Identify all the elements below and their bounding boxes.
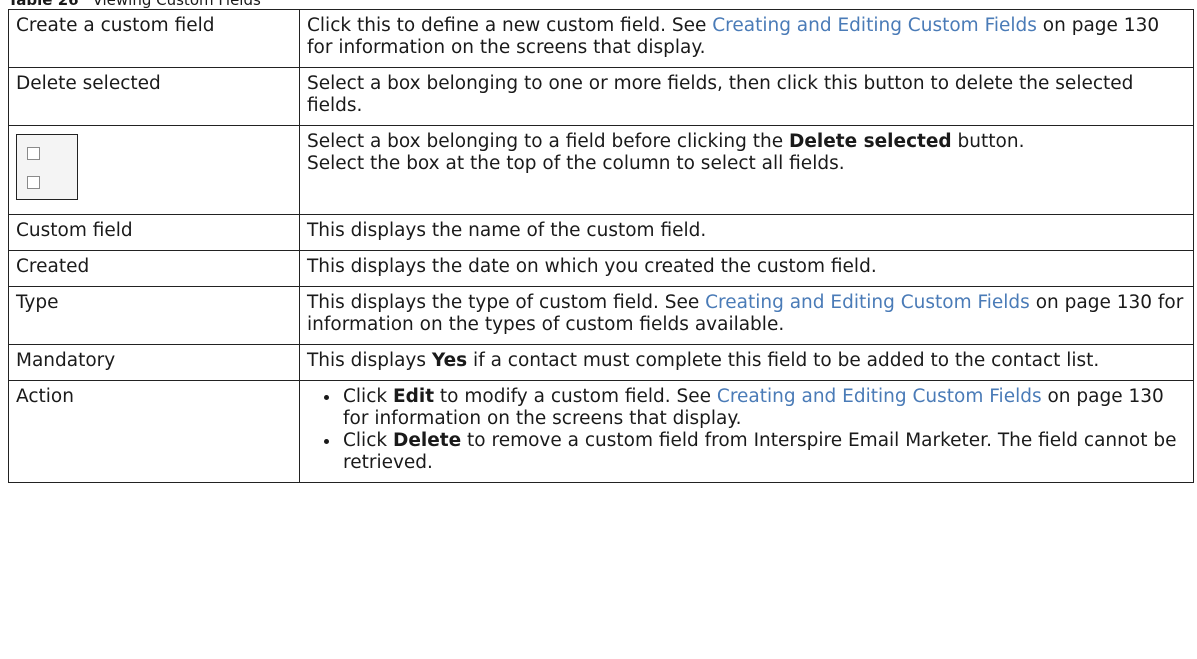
description-text: Click [343, 430, 393, 451]
table-row: Mandatory This displays Yes if a contact… [8, 344, 1194, 381]
description-text: if a contact must complete this field to… [467, 350, 1100, 371]
ui-term-yes: Yes [431, 350, 468, 371]
cross-reference-link[interactable]: Creating and Editing Custom Fields [712, 15, 1037, 36]
row-description: Select a box belonging to one or more fi… [299, 67, 1194, 126]
table-row: Create a custom field Click this to defi… [8, 9, 1194, 68]
description-text: button. [951, 131, 1025, 152]
list-item: Click Delete to remove a custom field fr… [341, 430, 1187, 474]
ui-term-edit: Edit [392, 386, 435, 407]
action-bullet-list: Click Edit to modify a custom field. See… [307, 386, 1187, 474]
table-caption: Table 26 Viewing Custom Fields [8, 0, 261, 9]
row-term [8, 125, 300, 215]
custom-fields-table: Create a custom field Click this to defi… [8, 9, 1194, 483]
description-text: to modify a custom field. See [434, 386, 717, 407]
description-text: Click [343, 386, 393, 407]
checkbox-icon [27, 147, 40, 160]
row-term: Type [8, 286, 300, 345]
cross-reference-link[interactable]: Creating and Editing Custom Fields [717, 386, 1042, 407]
table-row: Custom field This displays the name of t… [8, 214, 1194, 251]
cross-reference-link[interactable]: Creating and Editing Custom Fields [705, 292, 1030, 313]
description-text: This displays [307, 350, 432, 371]
table-row: Created This displays the date on which … [8, 250, 1194, 287]
row-term: Created [8, 250, 300, 287]
ui-term-delete: Delete [392, 430, 462, 451]
row-term: Mandatory [8, 344, 300, 381]
row-description: Click this to define a new custom field.… [299, 9, 1194, 68]
table-row: Action Click Edit to modify a custom fie… [8, 380, 1194, 483]
row-description: Select a box belonging to a field before… [299, 125, 1194, 215]
checkbox-icon [27, 176, 40, 189]
row-description: Click Edit to modify a custom field. See… [299, 380, 1194, 483]
description-text: Select a box belonging to a field before… [307, 131, 789, 152]
description-text: This displays the type of custom field. … [307, 292, 706, 313]
description-text: to remove a custom field from Interspire… [343, 430, 1177, 473]
table-row: Delete selected Select a box belonging t… [8, 67, 1194, 126]
row-term: Action [8, 380, 300, 483]
description-text: Select the box at the top of the column … [307, 153, 845, 174]
table-caption-text: Viewing Custom Fields [92, 0, 261, 9]
row-term: Create a custom field [8, 9, 300, 68]
row-term: Delete selected [8, 67, 300, 126]
row-description: This displays the type of custom field. … [299, 286, 1194, 345]
row-term: Custom field [8, 214, 300, 251]
ui-term-delete-selected: Delete selected [789, 131, 952, 152]
list-item: Click Edit to modify a custom field. See… [341, 386, 1187, 430]
table-row: Type This displays the type of custom fi… [8, 286, 1194, 345]
row-description: This displays Yes if a contact must comp… [299, 344, 1194, 381]
row-description: This displays the date on which you crea… [299, 250, 1194, 287]
description-text: Click this to define a new custom field.… [307, 15, 713, 36]
row-description: This displays the name of the custom fie… [299, 214, 1194, 251]
checkbox-column-image [16, 134, 78, 200]
table-caption-label: Table 26 [8, 0, 79, 9]
table-row: Select a box belonging to a field before… [8, 125, 1194, 215]
